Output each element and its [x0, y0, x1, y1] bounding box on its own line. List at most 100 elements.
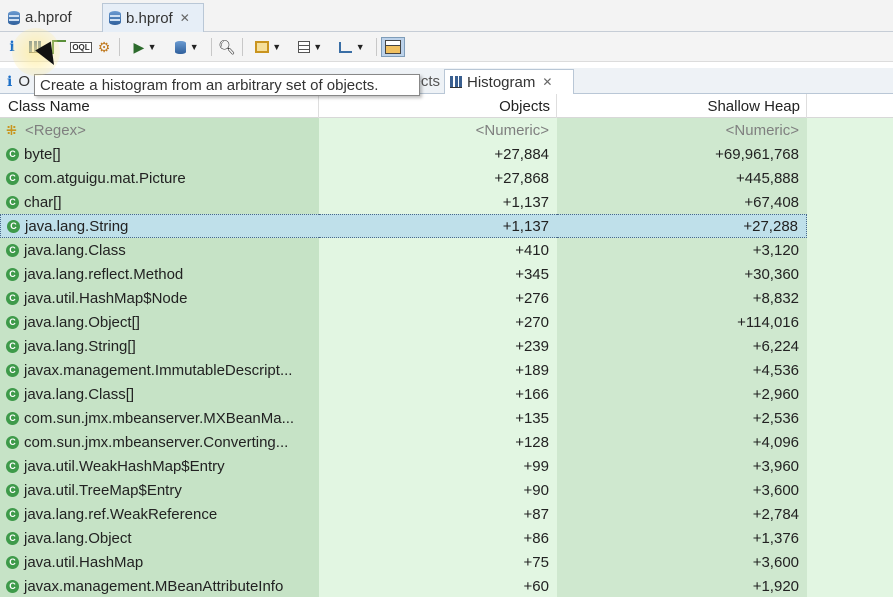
table-row[interactable]: Cjava.util.WeakHashMap$Entry +99 +3,960 — [0, 454, 893, 478]
table-row[interactable]: Ccom.sun.jmx.mbeanserver.Converting... +1… — [0, 430, 893, 454]
table-row[interactable]: Cjava.lang.reflect.Method +345 +30,360 — [0, 262, 893, 286]
editor-tab-b-hprof[interactable]: b.hprof ✕ — [102, 3, 204, 32]
shallow-heap-cell[interactable]: +27,288 — [557, 214, 807, 238]
column-header-objects[interactable]: Objects — [319, 94, 557, 118]
column-header-class-name[interactable]: Class Name — [0, 94, 319, 118]
close-icon[interactable]: ✕ — [542, 75, 552, 89]
class-name-cell[interactable]: Ccom.sun.jmx.mbeanserver.Converting... — [0, 430, 319, 454]
oql-button[interactable]: OQL — [70, 37, 92, 57]
objects-cell[interactable]: +166 — [319, 382, 557, 406]
table-row[interactable]: Cjava.lang.Class[] +166 +2,960 — [0, 382, 893, 406]
calculate-retained-button[interactable]: ▼ — [292, 37, 328, 57]
table-row[interactable]: Cjava.lang.Object[] +270 +114,016 — [0, 310, 893, 334]
objects-cell[interactable]: +90 — [319, 478, 557, 502]
objects-cell[interactable]: +189 — [319, 358, 557, 382]
objects-cell[interactable]: +239 — [319, 334, 557, 358]
shallow-heap-cell[interactable]: +30,360 — [557, 262, 807, 286]
shallow-heap-cell[interactable]: +445,888 — [557, 166, 807, 190]
shallow-heap-cell[interactable]: +6,224 — [557, 334, 807, 358]
objects-cell[interactable]: +270 — [319, 310, 557, 334]
objects-cell[interactable]: +60 — [319, 574, 557, 597]
class-name-text: java.lang.String — [25, 217, 129, 235]
table-row[interactable]: Cbyte[] +27,884 +69,961,768 — [0, 142, 893, 166]
layout-toggle-button[interactable] — [381, 37, 405, 57]
close-icon[interactable]: ✕ — [180, 11, 190, 25]
class-name-cell[interactable]: Cbyte[] — [0, 142, 319, 166]
class-name-cell[interactable]: Cjavax.management.MBeanAttributeInfo — [0, 574, 319, 597]
class-name-cell[interactable]: Cjava.util.HashMap — [0, 550, 319, 574]
objects-cell[interactable]: +345 — [319, 262, 557, 286]
shallow-heap-cell[interactable]: +2,536 — [557, 406, 807, 430]
run-report-button[interactable]: ▶ ▼ — [126, 37, 164, 57]
class-name-text: java.util.TreeMap$Entry — [24, 481, 182, 499]
regex-filter-field[interactable]: ⁜ <Regex> — [0, 118, 319, 142]
class-name-cell[interactable]: Ccom.sun.jmx.mbeanserver.MXBeanMa... — [0, 406, 319, 430]
table-row[interactable]: Cjava.lang.String[] +239 +6,224 — [0, 334, 893, 358]
objects-cell[interactable]: +128 — [319, 430, 557, 454]
table-row[interactable]: Ccom.sun.jmx.mbeanserver.MXBeanMa... +135… — [0, 406, 893, 430]
class-icon: C — [6, 267, 19, 281]
class-name-cell[interactable]: Cjava.lang.Object[] — [0, 310, 319, 334]
shallow-heap-cell[interactable]: +3,600 — [557, 550, 807, 574]
table-row[interactable]: Ccom.atguigu.mat.Picture +27,868 +445,888 — [0, 166, 893, 190]
table-row[interactable]: Cjava.lang.Object +86 +1,376 — [0, 526, 893, 550]
table-row[interactable]: Cjava.lang.Class +410 +3,120 — [0, 238, 893, 262]
column-header-shallow-heap[interactable]: Shallow Heap — [557, 94, 807, 118]
heap-dump-overview-button[interactable]: ⚙ — [95, 37, 113, 57]
objects-cell[interactable]: +86 — [319, 526, 557, 550]
table-row[interactable]: Cjava.util.TreeMap$Entry +90 +3,600 — [0, 478, 893, 502]
shallow-heap-cell[interactable]: +3,120 — [557, 238, 807, 262]
shallow-heap-cell[interactable]: +4,536 — [557, 358, 807, 382]
class-name-cell[interactable]: Cchar[] — [0, 190, 319, 214]
objects-cell[interactable]: +99 — [319, 454, 557, 478]
class-name-cell[interactable]: Cjava.util.TreeMap$Entry — [0, 478, 319, 502]
shallow-heap-cell[interactable]: +8,832 — [557, 286, 807, 310]
table-row[interactable]: Cjavax.management.MBeanAttributeInfo +60 +… — [0, 574, 893, 597]
objects-cell[interactable]: +276 — [319, 286, 557, 310]
class-name-cell[interactable]: Cjava.util.HashMap$Node — [0, 286, 319, 310]
class-name-cell[interactable]: Cjava.lang.Class[] — [0, 382, 319, 406]
objects-cell[interactable]: +87 — [319, 502, 557, 526]
shallow-heap-cell[interactable]: +1,920 — [557, 574, 807, 597]
tab-histogram[interactable]: Histogram ✕ — [444, 69, 574, 94]
group-by-button[interactable]: ▼ — [250, 37, 286, 57]
query-browser-button[interactable]: ▼ — [168, 37, 206, 57]
table-row[interactable]: Cjava.util.HashMap +75 +3,600 — [0, 550, 893, 574]
class-name-cell[interactable]: Cjava.lang.String[] — [0, 334, 319, 358]
objects-filter-field[interactable]: <Numeric> — [319, 118, 557, 142]
find-object-button[interactable]: 🔍︎ — [218, 37, 236, 57]
class-name-cell[interactable]: Cjava.lang.Object — [0, 526, 319, 550]
class-name-cell[interactable]: Cjava.lang.String — [0, 214, 319, 238]
objects-cell[interactable]: +1,137 — [319, 214, 557, 238]
shallow-heap-cell[interactable]: +3,960 — [557, 454, 807, 478]
shallow-heap-cell[interactable]: +1,376 — [557, 526, 807, 550]
table-row[interactable]: Cchar[] +1,137 +67,408 — [0, 190, 893, 214]
shallow-heap-cell[interactable]: +3,600 — [557, 478, 807, 502]
objects-cell[interactable]: +135 — [319, 406, 557, 430]
shallow-heap-cell[interactable]: +2,784 — [557, 502, 807, 526]
row-filler — [807, 406, 893, 430]
table-row[interactable]: Cjavax.management.ImmutableDescript... +1… — [0, 358, 893, 382]
class-icon: C — [6, 483, 19, 497]
objects-cell[interactable]: +75 — [319, 550, 557, 574]
class-name-cell[interactable]: Cjava.lang.ref.WeakReference — [0, 502, 319, 526]
objects-cell[interactable]: +27,884 — [319, 142, 557, 166]
heap-filter-field[interactable]: <Numeric> — [557, 118, 807, 142]
class-name-cell[interactable]: Cjava.lang.reflect.Method — [0, 262, 319, 286]
objects-cell[interactable]: +1,137 — [319, 190, 557, 214]
class-name-cell[interactable]: Ccom.atguigu.mat.Picture — [0, 166, 319, 190]
objects-cell[interactable]: +27,868 — [319, 166, 557, 190]
shallow-heap-cell[interactable]: +114,016 — [557, 310, 807, 334]
shallow-heap-cell[interactable]: +2,960 — [557, 382, 807, 406]
table-row[interactable]: Cjava.lang.String +1,137 +27,288 — [0, 214, 893, 238]
objects-cell[interactable]: +410 — [319, 238, 557, 262]
class-name-cell[interactable]: Cjava.util.WeakHashMap$Entry — [0, 454, 319, 478]
table-row[interactable]: Cjava.lang.ref.WeakReference +87 +2,784 — [0, 502, 893, 526]
export-button[interactable]: ▼ — [334, 37, 370, 57]
class-name-cell[interactable]: Cjavax.management.ImmutableDescript... — [0, 358, 319, 382]
table-row[interactable]: Cjava.util.HashMap$Node +276 +8,832 — [0, 286, 893, 310]
shallow-heap-cell[interactable]: +69,961,768 — [557, 142, 807, 166]
shallow-heap-cell[interactable]: +67,408 — [557, 190, 807, 214]
class-name-cell[interactable]: Cjava.lang.Class — [0, 238, 319, 262]
shallow-heap-cell[interactable]: +4,096 — [557, 430, 807, 454]
